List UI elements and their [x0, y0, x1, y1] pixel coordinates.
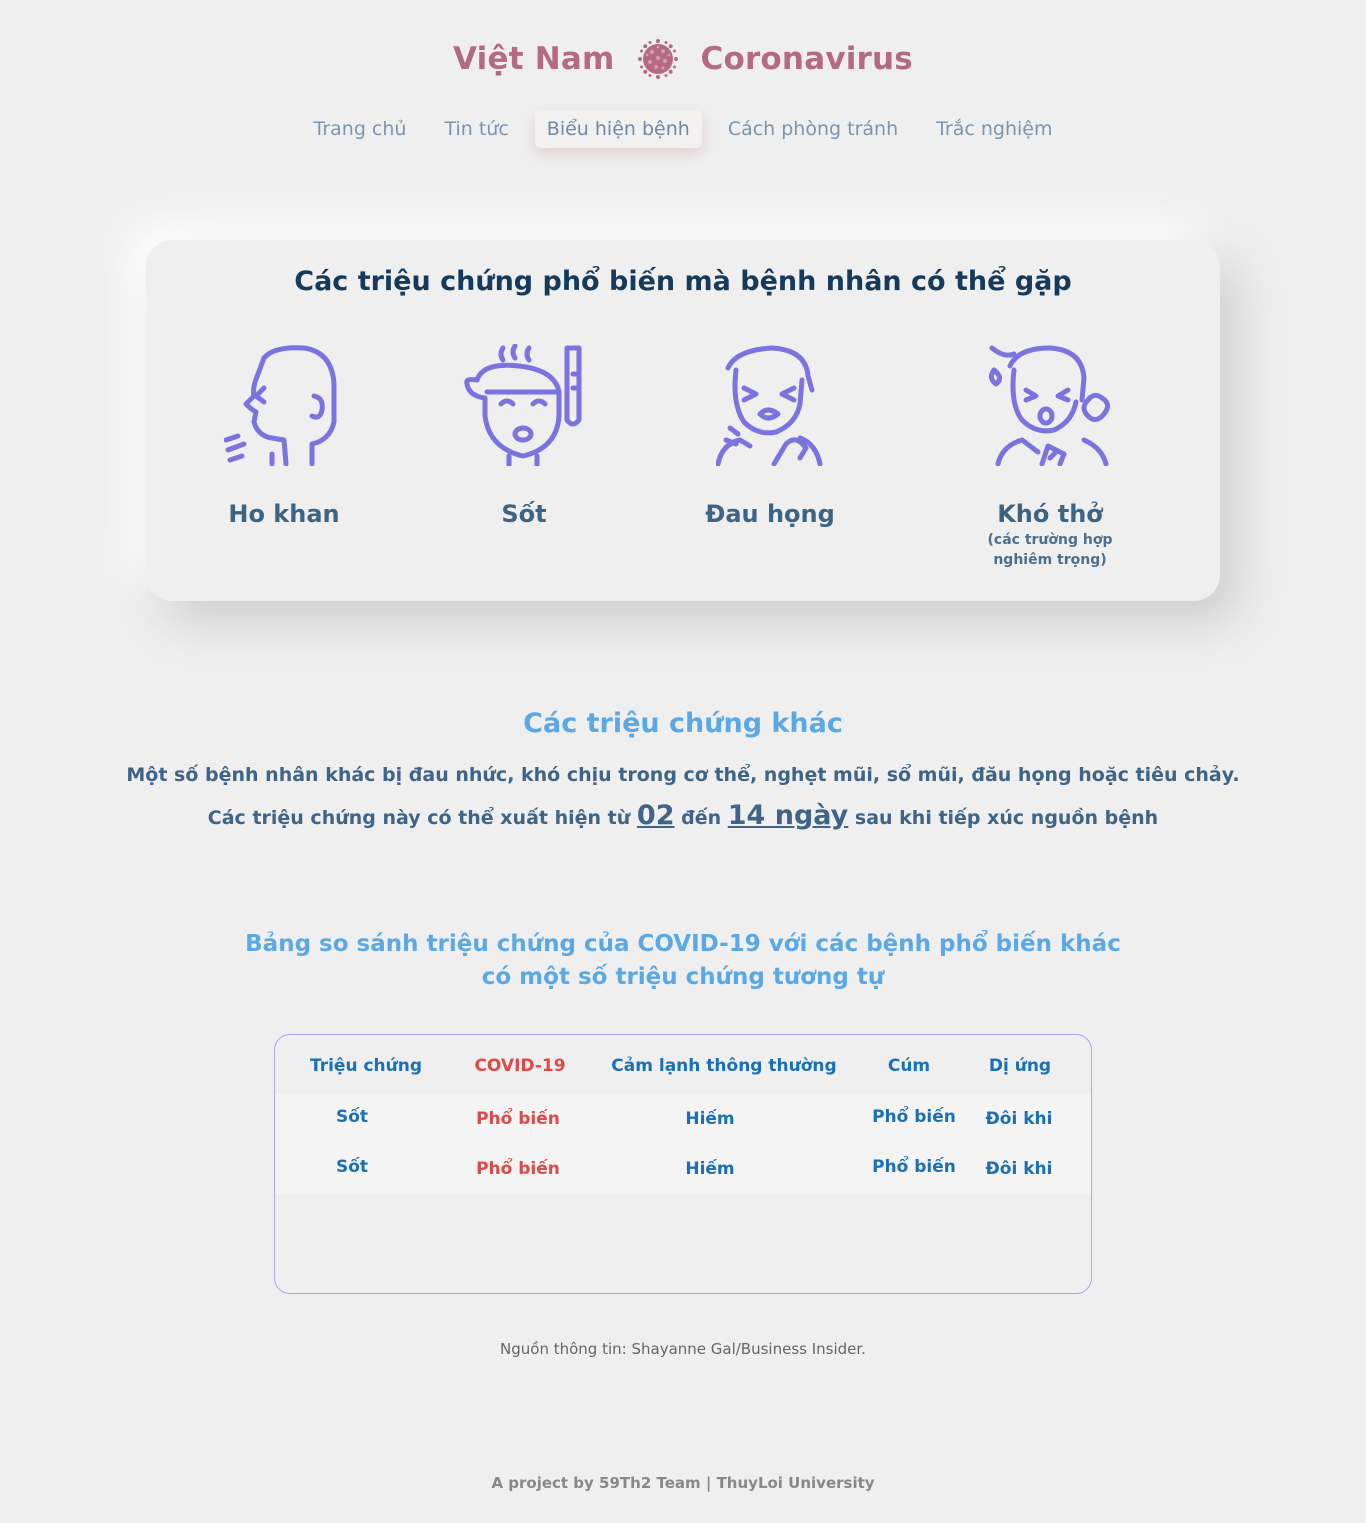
nav-item-symptoms[interactable]: Biểu hiện bệnh — [534, 110, 702, 148]
nav-item-news[interactable]: Tin tức — [432, 110, 520, 148]
shortness-of-breath-icon — [988, 345, 1110, 466]
incubation-suffix: sau khi tiếp xúc nguồn bệnh — [854, 807, 1159, 829]
brand-right: Coronavirus — [700, 41, 913, 77]
virus-icon — [637, 39, 678, 79]
incubation-max-days: 14 ngày — [727, 800, 849, 831]
table-header-cell: COVID-19 — [474, 1056, 566, 1076]
main-nav: Trang chủ Tin tức Biểu hiện bệnh Cách ph… — [0, 110, 1366, 148]
comparison-title: Bảng so sánh triệu chứng của COVID-19 vớ… — [0, 928, 1366, 994]
nav-item-prevention[interactable]: Cách phòng tránh — [716, 110, 910, 148]
incubation-connector: đến — [681, 807, 722, 829]
symptom-label: Ho khan — [228, 500, 340, 528]
common-symptoms-title: Các triệu chứng phổ biến mà bệnh nhân có… — [294, 266, 1072, 297]
symptom-shortness-of-breath: Khó thở (các trường hợp nghiêm trọng) — [940, 344, 1160, 570]
sore-throat-icon — [716, 345, 823, 466]
other-symptoms-text: Một số bệnh nhân khác bị đau nhức, khó c… — [126, 764, 1240, 786]
table-cell: Phổ biến — [476, 1159, 560, 1179]
symptom-sore-throat: Đau họng — [660, 344, 880, 528]
symptom-label: Sốt — [501, 500, 547, 528]
incubation-text: Các triệu chứng này có thể xuất hiện từ … — [0, 800, 1366, 831]
table-cell: Phổ biến — [872, 1157, 956, 1177]
brand-left: Việt Nam — [453, 41, 615, 77]
table-cell: Hiếm — [685, 1159, 735, 1179]
symptom-note: (các trường hợp nghiêm trọng) — [987, 532, 1113, 568]
table-cell: Đôi khi — [985, 1159, 1053, 1179]
source-note: Nguồn thông tin: Shayanne Gal/Business I… — [500, 1340, 866, 1358]
table-cell: Hiếm — [685, 1109, 735, 1129]
incubation-min-days: 02 — [636, 800, 675, 831]
fever-icon — [464, 344, 582, 466]
table-cell: Sốt — [335, 1107, 369, 1127]
table-cell: Phổ biến — [872, 1107, 956, 1127]
table-row: Sốt Phổ biến Hiếm Phổ biến Đôi khi — [275, 1094, 1091, 1144]
table-header-cell: Cúm — [887, 1056, 931, 1076]
table-row: Sốt Phổ biến Hiếm Phổ biến Đôi khi — [275, 1144, 1091, 1194]
table-header-row: Triệu chứng COVID-19 Cảm lạnh thông thườ… — [275, 1041, 1091, 1091]
table-cell: Sốt — [335, 1157, 369, 1177]
table-header-cell: Cảm lạnh thông thường — [611, 1056, 837, 1076]
symptom-label: Đau họng — [705, 500, 835, 528]
symptom-label: Khó thở — [997, 500, 1103, 528]
comparison-table: Triệu chứng COVID-19 Cảm lạnh thông thườ… — [274, 1034, 1092, 1294]
dry-cough-icon — [224, 345, 337, 466]
symptom-dry-cough: Ho khan — [174, 344, 394, 528]
common-symptoms-card: Các triệu chứng phổ biến mà bệnh nhân có… — [146, 240, 1220, 601]
table-cell: Đôi khi — [985, 1109, 1053, 1129]
other-symptoms-title: Các triệu chứng khác — [523, 708, 843, 739]
incubation-prefix: Các triệu chứng này có thể xuất hiện từ — [207, 807, 631, 829]
comparison-title-line1: Bảng so sánh triệu chứng của COVID-19 vớ… — [245, 931, 1121, 957]
site-brand[interactable]: Việt Nam Coronavirus — [0, 38, 1366, 80]
table-cell: Phổ biến — [476, 1109, 560, 1129]
footer: A project by 59Th2 Team | ThuyLoi Univer… — [491, 1474, 875, 1492]
table-header-cell: Triệu chứng — [309, 1056, 423, 1076]
symptom-fever: Sốt — [414, 344, 634, 528]
table-header-cell: Dị ứng — [988, 1056, 1052, 1076]
nav-item-home[interactable]: Trang chủ — [302, 110, 419, 148]
nav-item-quiz[interactable]: Trắc nghiệm — [924, 110, 1064, 148]
comparison-title-line2: có một số triệu chứng tương tự — [481, 964, 885, 990]
